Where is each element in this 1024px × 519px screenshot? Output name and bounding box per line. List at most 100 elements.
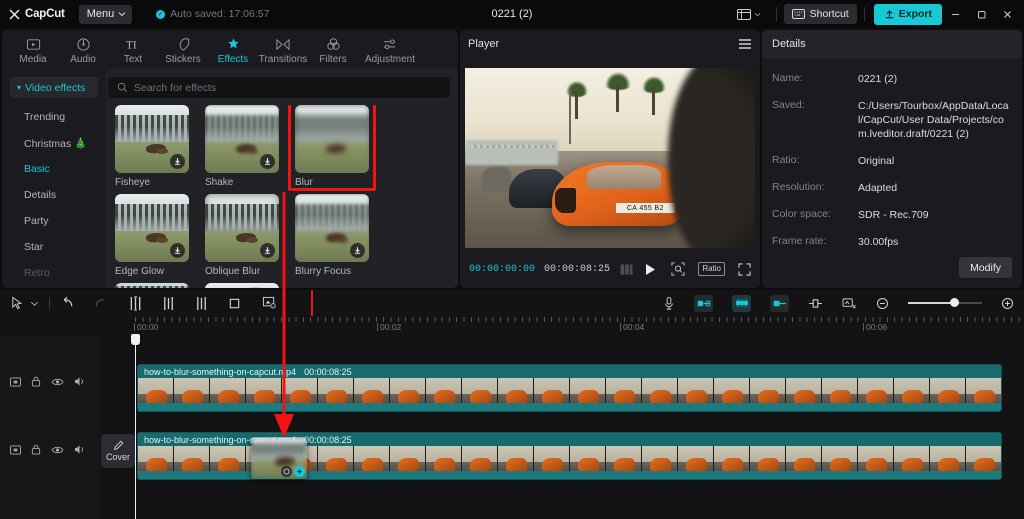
trim-left-icon[interactable] <box>162 296 175 311</box>
download-icon[interactable] <box>350 243 365 258</box>
maximize-icon[interactable] <box>968 0 994 28</box>
effect-card-blurry-focus[interactable]: Blurry Focus <box>295 194 376 277</box>
visibility-icon[interactable] <box>51 377 64 387</box>
detail-row-name: Name: 0221 (2) <box>772 72 1012 86</box>
search-input[interactable] <box>134 82 417 94</box>
redo-icon[interactable] <box>93 296 108 310</box>
freeze-frame-icon[interactable] <box>262 296 277 310</box>
tab-stickers[interactable]: Stickers <box>158 34 208 65</box>
magnifier-frame-icon[interactable] <box>671 262 685 276</box>
sidebar-item-details[interactable]: Details <box>2 182 106 208</box>
clip-label: how-to-blur-something-on-capcut.mp4 00:0… <box>138 365 352 378</box>
lock-icon[interactable] <box>31 444 41 455</box>
sidebar-item-star[interactable]: Star <box>2 234 106 260</box>
export-button[interactable]: Export <box>874 4 942 25</box>
undo-icon[interactable] <box>60 296 75 310</box>
effect-label: Shake <box>205 177 286 188</box>
microphone-icon[interactable] <box>663 296 675 311</box>
split-screen-icon[interactable] <box>620 264 633 275</box>
zoom-in-icon[interactable] <box>1001 297 1014 310</box>
sidebar-item-trending[interactable]: Trending <box>2 104 106 130</box>
download-icon[interactable] <box>170 243 185 258</box>
timeline-panel: 00:00 00:02 00:04 00:06 <box>0 290 1024 519</box>
play-icon[interactable] <box>644 263 656 276</box>
tab-media[interactable]: Media <box>8 34 58 65</box>
effect-card-edge-glow[interactable]: Edge Glow <box>115 194 196 277</box>
tab-filters[interactable]: Filters <box>308 34 358 65</box>
track-type-icon[interactable] <box>10 445 21 455</box>
effects-icon <box>226 37 241 52</box>
sidebar-item-label: Details <box>24 189 56 201</box>
playhead[interactable] <box>135 336 136 519</box>
effect-card-shake[interactable]: Shake <box>205 105 286 188</box>
hamburger-menu-icon[interactable] <box>738 38 752 50</box>
menu-button[interactable]: Menu <box>79 5 133 24</box>
sidebar-group-label: Video effects <box>25 82 85 94</box>
zoom-out-icon[interactable] <box>876 297 889 310</box>
dragged-effect-ghost[interactable] <box>251 437 307 479</box>
effect-card-zoom-lens[interactable]: Zoom Lens <box>115 283 196 288</box>
foreground-blur-overlay <box>668 68 755 248</box>
keyframe-icon[interactable] <box>732 295 751 312</box>
download-icon[interactable] <box>260 243 275 258</box>
effect-card-blur[interactable]: Blur <box>295 105 376 188</box>
mirror-icon[interactable] <box>694 295 713 312</box>
license-plate: CA 455 B2 <box>616 203 675 213</box>
panel-layout-icon[interactable] <box>729 8 769 21</box>
sidebar-item-christmas[interactable]: Christmas 🎄 <box>2 130 106 156</box>
details-panel: Details Name: 0221 (2) Saved: C:/Users/T… <box>762 30 1022 288</box>
playhead-handle[interactable] <box>131 334 140 345</box>
mute-icon[interactable] <box>74 376 86 387</box>
sidebar-group-video-effects[interactable]: ▾ Video effects <box>10 77 98 98</box>
effect-card-fisheye[interactable]: Fisheye <box>115 105 196 188</box>
shortcut-button[interactable]: Shortcut <box>784 4 857 24</box>
effect-label: Blur <box>295 177 376 188</box>
tab-text[interactable]: TI Text <box>108 34 158 65</box>
effect-card-arrow-magnifier[interactable]: Arrow ...nifier <box>205 283 286 288</box>
detail-key: Name: <box>772 72 858 86</box>
effect-thumbnail <box>115 283 189 288</box>
close-icon[interactable] <box>994 0 1020 28</box>
crop-icon[interactable] <box>228 297 241 310</box>
sidebar-item-party[interactable]: Party <box>2 208 106 234</box>
keyboard-icon <box>792 9 805 19</box>
effect-card-oblique-blur[interactable]: Oblique Blur <box>205 194 286 277</box>
visibility-icon[interactable] <box>51 445 64 455</box>
tab-effects[interactable]: Effects <box>208 34 258 65</box>
upper-panels: Media Audio TI Text <box>0 28 1024 290</box>
download-icon[interactable] <box>260 154 275 169</box>
video-preview[interactable]: CA 455 B2 <box>465 68 755 248</box>
select-tool-icon[interactable] <box>10 296 23 310</box>
trim-right-icon[interactable] <box>195 296 208 311</box>
zoom-slider[interactable] <box>908 297 982 309</box>
timeline-clip-1[interactable]: how-to-blur-something-on-capcut.mp4 00:0… <box>137 364 1002 412</box>
tab-adjustment[interactable]: Adjustment <box>358 34 422 65</box>
reverse-icon[interactable] <box>770 295 789 312</box>
clip-label: how-to-blur-something-on-capcut.mp4 00:0… <box>138 433 352 446</box>
lock-icon[interactable] <box>31 376 41 387</box>
sidebar-item-label: Christmas 🎄 <box>24 137 87 150</box>
cover-button[interactable]: Cover <box>101 434 135 468</box>
fullscreen-icon[interactable] <box>738 263 751 276</box>
zoom-slider-knob[interactable] <box>950 298 959 307</box>
track-type-icon[interactable] <box>10 377 21 387</box>
tab-transitions[interactable]: Transitions <box>258 34 308 65</box>
download-icon[interactable] <box>170 154 185 169</box>
details-header: Details <box>762 30 1022 58</box>
search-bar[interactable] <box>108 77 450 98</box>
details-list: Name: 0221 (2) Saved: C:/Users/Tourbox/A… <box>762 58 1022 249</box>
chevron-down-icon[interactable] <box>30 299 39 308</box>
sidebar-item-retro[interactable]: Retro <box>2 260 106 286</box>
split-clip-icon[interactable] <box>129 296 142 311</box>
modify-button[interactable]: Modify <box>959 257 1012 278</box>
minimize-icon[interactable] <box>942 0 968 28</box>
ruler-ticks: 00:00 00:02 00:04 00:06 <box>135 316 1024 336</box>
mute-icon[interactable] <box>74 444 86 455</box>
detail-value: Original <box>858 154 894 168</box>
tab-audio[interactable]: Audio <box>58 34 108 65</box>
split-icon[interactable] <box>808 298 823 309</box>
sidebar-item-basic[interactable]: Basic <box>2 156 106 182</box>
ratio-chip[interactable]: Ratio <box>698 262 725 276</box>
auto-cut-icon[interactable] <box>842 297 857 310</box>
timeline-ruler[interactable]: 00:00 00:02 00:04 00:06 <box>0 316 1024 336</box>
